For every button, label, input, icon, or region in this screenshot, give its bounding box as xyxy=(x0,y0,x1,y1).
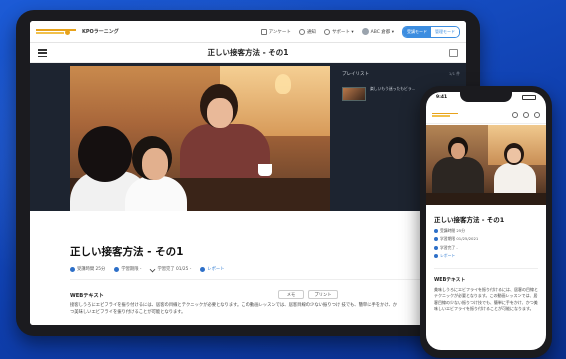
phone-web-text-heading: WEBテキスト xyxy=(434,278,466,283)
video-player-area: プレイリスト 1/1 件 楽しいもう迷ったもビラ... xyxy=(30,63,466,211)
mode-toggle[interactable]: 受講モード 管理モード xyxy=(402,25,460,38)
playlist-item-label: 楽しいもう迷ったもビラ... xyxy=(370,86,416,91)
admin-mode-button[interactable]: 管理モード xyxy=(431,26,459,37)
completed-meta: 学習完了 01/25 - xyxy=(150,266,191,272)
print-button[interactable]: プリント xyxy=(308,290,338,299)
help-icon xyxy=(323,28,330,35)
page-title-bar: 正しい接客方法 - その1 xyxy=(30,43,466,63)
survey-link[interactable]: アンケート xyxy=(260,28,291,35)
hamburger-menu-icon[interactable] xyxy=(38,49,47,58)
phone-header-icons xyxy=(512,111,540,118)
divider xyxy=(434,268,538,269)
phone-lesson-meta: 受講時間 25分 学習期限 01/25/2021 学習完了 - レポート xyxy=(434,228,538,262)
web-text-heading: WEBテキスト xyxy=(70,293,104,299)
user-menu[interactable]: ABC 倉都 ▾ xyxy=(361,28,394,35)
web-text-body: 接客しうろにエビフライを振り付けるには、居客の目線とテクニックが必要となります。… xyxy=(70,303,398,315)
report-link[interactable]: レポート xyxy=(200,266,224,272)
phone-lesson-title: 正しい接客方法 - その1 xyxy=(434,216,505,224)
support-label: サポート ▾ xyxy=(331,29,354,35)
notice-label: 通知 xyxy=(306,29,316,35)
lesson-video[interactable] xyxy=(70,66,330,211)
bell-icon xyxy=(298,28,305,35)
phone-deadline-text: 学習期限 01/25/2021 xyxy=(440,236,479,242)
survey-label: アンケート xyxy=(268,29,291,35)
learner-mode-button[interactable]: 受講モード xyxy=(403,26,431,37)
pencil-icon[interactable] xyxy=(512,111,518,118)
top-navigation-bar: KPOラーニング アンケート 通知 サポート ▾ ABC 倉都 ▾ 受講モード … xyxy=(30,21,466,43)
memo-button[interactable]: メモ xyxy=(278,290,304,299)
sidebar-toggle-icon[interactable] xyxy=(449,49,458,57)
playlist-thumbnail xyxy=(342,87,366,101)
avatar xyxy=(361,28,369,35)
header-nav: アンケート 通知 サポート ▾ ABC 倉都 ▾ 受講モード 管理モード xyxy=(260,25,460,38)
phone-completed: 学習完了 - xyxy=(434,245,538,251)
playlist-count: 1/1 件 xyxy=(448,71,460,76)
playlist-title: プレイリスト xyxy=(342,72,369,77)
calendar-icon xyxy=(114,266,120,272)
kpo-logo[interactable] xyxy=(432,112,458,118)
duration-text: 受講時間 25分 xyxy=(77,267,106,272)
support-menu[interactable]: サポート ▾ xyxy=(323,28,354,35)
chart-icon xyxy=(434,254,438,259)
phone-screen: 9:41 正しい接客方法 - その1 受講時間 25分 学習期限 01/25/2… xyxy=(426,92,546,350)
lesson-title: 正しい接客方法 - その1 xyxy=(70,246,184,258)
clock-icon xyxy=(434,229,438,233)
clock-icon xyxy=(70,266,75,272)
phone-device: 9:41 正しい接客方法 - その1 受講時間 25分 学習期限 01/25/2… xyxy=(420,86,552,358)
user-icon[interactable] xyxy=(534,111,540,118)
user-name: ABC 倉都 ▾ xyxy=(370,29,394,35)
phone-header xyxy=(426,106,546,124)
phone-deadline: 学習期限 01/25/2021 xyxy=(434,236,538,242)
phone-completed-text: 学習完了 - xyxy=(440,244,458,250)
page-title: 正しい接客方法 - その1 xyxy=(207,48,289,57)
lesson-meta: 受講時間 25分 学習期限 - 学習完了 01/25 - レポート xyxy=(70,266,224,272)
status-time: 9:41 xyxy=(436,95,448,100)
check-icon xyxy=(150,266,156,272)
divider xyxy=(70,279,426,280)
notice-link[interactable]: 通知 xyxy=(298,28,316,35)
deadline-text: 学習期限 - xyxy=(121,267,142,272)
phone-duration-text: 受講時間 25分 xyxy=(440,228,466,233)
lesson-info: 正しい接客方法 - その1 受講時間 25分 学習期限 - 学習完了 01/25… xyxy=(30,211,466,325)
deadline-meta: 学習期限 - xyxy=(114,266,141,272)
report-text: レポート xyxy=(207,267,225,272)
duration-meta: 受講時間 25分 xyxy=(70,266,105,272)
phone-duration: 受講時間 25分 xyxy=(434,228,538,234)
completed-text: 学習完了 01/25 - xyxy=(157,267,192,272)
phone-web-text-body: 美味しうろにエビフライを振り付けるには、居客の目線とテクニックが必要となります。… xyxy=(434,287,538,312)
phone-report-text: レポート xyxy=(440,253,456,259)
chart-icon xyxy=(200,266,206,272)
phone-notch xyxy=(460,92,512,102)
calendar-icon xyxy=(434,237,438,242)
phone-report-link[interactable]: レポート xyxy=(434,253,538,259)
tablet-screen: KPOラーニング アンケート 通知 サポート ▾ ABC 倉都 ▾ 受講モード … xyxy=(30,21,466,325)
battery-icon xyxy=(522,95,536,100)
tablet-device: KPOラーニング アンケート 通知 サポート ▾ ABC 倉都 ▾ 受講モード … xyxy=(16,10,480,336)
pencil-icon xyxy=(260,28,267,35)
kpo-logo[interactable] xyxy=(36,27,76,36)
phone-lesson-video[interactable] xyxy=(426,125,546,205)
app-name: KPOラーニング xyxy=(82,29,119,35)
check-icon xyxy=(434,245,438,250)
bell-icon[interactable] xyxy=(523,111,529,118)
